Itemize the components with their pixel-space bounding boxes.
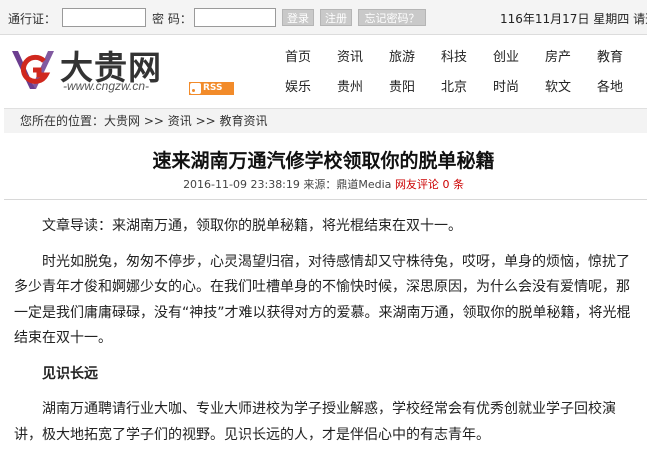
breadcrumb-prefix: 您所在的位置： xyxy=(20,114,105,128)
nav-item-tech[interactable]: 科技 xyxy=(429,46,479,65)
article-subheading: 见识长远 xyxy=(42,365,98,382)
rss-icon xyxy=(190,83,201,94)
nav-item-beijing[interactable]: 北京 xyxy=(429,76,479,95)
nav-item-guizhou[interactable]: 贵州 xyxy=(325,76,375,95)
forgot-password-button[interactable]: 忘记密码？ xyxy=(358,9,426,26)
comment-unit: 条 xyxy=(452,178,464,191)
nav-item-travel[interactable]: 旅游 xyxy=(377,46,427,65)
site-header: 大贵网 -www.cngzw.cn- RSS 首页 资讯 旅游 科技 创业 房产… xyxy=(0,35,647,101)
rss-badge[interactable]: RSS xyxy=(189,82,234,95)
article-paragraph: 时光如脱兔，匆匆不停步，心灵渴望归宿，对待感情却又守株待兔，哎呀，单身的烦恼，惊… xyxy=(14,253,631,347)
breadcrumb-link-news[interactable]: 资讯 xyxy=(168,114,192,128)
breadcrumb-link-education[interactable]: 教育资讯 xyxy=(220,114,268,128)
breadcrumb-link-home[interactable]: 大贵网 xyxy=(104,114,140,128)
article-meta: 2016-11-09 23:38:19 来源：鼎道Media 网友评论 0 条 xyxy=(0,176,647,192)
password-label: 密 码： xyxy=(152,12,192,26)
comment-link[interactable]: 网友评论 xyxy=(395,178,439,191)
article-paragraph: 湖南万通聘请行业大咖、专业大师进校为学子授业解惑，学校经常会有优秀创就业学子回校… xyxy=(14,401,616,443)
nav-item-entertainment[interactable]: 娱乐 xyxy=(273,76,323,95)
account-label: 通行证： xyxy=(8,12,57,26)
login-button[interactable]: 登录 xyxy=(282,9,314,26)
article-body: 文章导读：来湖南万通，领取你的脱单秘籍，将光棍结束在双十一。 时光如脱兔，匆匆不… xyxy=(14,214,640,458)
rss-label: RSS xyxy=(203,83,223,93)
register-button[interactable]: 注册 xyxy=(320,9,352,26)
nav-item-news[interactable]: 资讯 xyxy=(325,46,375,65)
nav-item-home[interactable]: 首页 xyxy=(273,46,323,65)
breadcrumb: 您所在的位置：大贵网 >> 资讯 >> 教育资讯 xyxy=(4,108,647,133)
nav-item-education[interactable]: 教育 xyxy=(585,46,635,65)
article-datetime: 2016-11-09 23:38:19 xyxy=(183,178,300,191)
article-title: 速来湖南万通汽修学校领取你的脱单秘籍 xyxy=(152,150,495,172)
breadcrumb-sep: >> xyxy=(191,114,220,128)
divider xyxy=(4,199,647,200)
nav-item-realestate[interactable]: 房产 xyxy=(533,46,583,65)
comment-count[interactable]: 0 xyxy=(442,178,449,191)
date-display: 116年11月17日 星期四 请选 xyxy=(500,12,647,26)
login-bar: 通行证： 密 码： 登录 注册 忘记密码？ 116年11月17日 星期四 请选 xyxy=(0,0,647,35)
account-input[interactable] xyxy=(62,8,146,27)
logo-mark-icon[interactable] xyxy=(8,41,58,93)
logo-url: -www.cngzw.cn- xyxy=(63,79,150,93)
nav-item-regions[interactable]: 各地 xyxy=(585,76,635,95)
nav-item-softarticle[interactable]: 软文 xyxy=(533,76,583,95)
password-input[interactable] xyxy=(194,8,276,27)
nav-item-startup[interactable]: 创业 xyxy=(481,46,531,65)
breadcrumb-sep: >> xyxy=(140,114,168,128)
nav-item-guiyang[interactable]: 贵阳 xyxy=(377,76,427,95)
nav-item-fashion[interactable]: 时尚 xyxy=(481,76,531,95)
article-intro: 文章导读：来湖南万通，领取你的脱单秘籍，将光棍结束在双十一。 xyxy=(42,218,462,234)
article-source: 来源：鼎道Media xyxy=(303,178,392,191)
